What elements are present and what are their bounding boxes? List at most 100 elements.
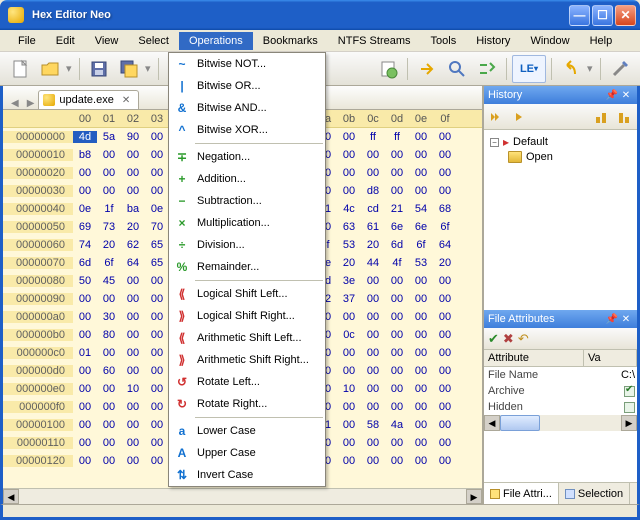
hex-byte[interactable]: 00 <box>337 311 361 323</box>
hex-byte[interactable]: 00 <box>409 383 433 395</box>
hex-byte[interactable]: 00 <box>337 131 361 143</box>
editor-tab[interactable]: update.exe ✕ <box>38 90 139 109</box>
attr-value[interactable] <box>584 386 637 397</box>
hex-byte[interactable]: cd <box>361 203 385 215</box>
hex-byte[interactable]: 50 <box>73 275 97 287</box>
hex-byte[interactable]: 00 <box>337 149 361 161</box>
hex-byte[interactable]: 00 <box>73 185 97 197</box>
find-button[interactable] <box>443 55 471 83</box>
close-button[interactable]: ✕ <box>615 5 636 26</box>
hex-byte[interactable]: 00 <box>361 149 385 161</box>
hex-byte[interactable]: 00 <box>121 293 145 305</box>
hex-byte[interactable]: 00 <box>385 149 409 161</box>
attr-col-name[interactable]: Attribute <box>484 350 584 366</box>
hex-byte[interactable]: 00 <box>145 149 169 161</box>
hex-byte[interactable]: 00 <box>433 383 457 395</box>
menu-item-upper-case[interactable]: AUpper Case <box>169 442 325 464</box>
panel-close-icon[interactable]: ✕ <box>619 314 633 325</box>
hex-byte[interactable]: 00 <box>361 401 385 413</box>
hex-byte[interactable]: 00 <box>97 455 121 467</box>
hex-byte[interactable]: 69 <box>73 221 97 233</box>
hex-byte[interactable]: 00 <box>409 365 433 377</box>
hex-byte[interactable]: 00 <box>337 365 361 377</box>
attr-row[interactable]: Archive <box>484 383 637 399</box>
hex-byte[interactable]: 00 <box>121 365 145 377</box>
hex-byte[interactable]: 00 <box>73 419 97 431</box>
menu-item-bitwise-or[interactable]: |Bitwise OR... <box>169 75 325 97</box>
menu-help[interactable]: Help <box>580 32 623 50</box>
hex-byte[interactable]: 00 <box>385 347 409 359</box>
hex-byte[interactable]: 00 <box>97 293 121 305</box>
hex-byte[interactable]: 6f <box>409 239 433 251</box>
hex-byte[interactable]: 0c <box>337 329 361 341</box>
hex-byte[interactable]: 00 <box>361 275 385 287</box>
scroll-right-arrow[interactable]: ▶ <box>621 415 637 431</box>
hex-byte[interactable]: 00 <box>361 437 385 449</box>
hex-byte[interactable]: 00 <box>361 167 385 179</box>
hex-byte[interactable]: 00 <box>145 383 169 395</box>
hex-byte[interactable]: 5a <box>97 131 121 143</box>
hex-byte[interactable]: 00 <box>385 437 409 449</box>
hex-byte[interactable]: 20 <box>337 257 361 269</box>
menu-ntfs-streams[interactable]: NTFS Streams <box>328 32 421 50</box>
hex-byte[interactable]: 4f <box>385 257 409 269</box>
hex-byte[interactable]: 00 <box>409 311 433 323</box>
hex-byte[interactable]: 00 <box>73 383 97 395</box>
hex-byte[interactable]: 4d <box>73 131 97 143</box>
menu-file[interactable]: File <box>8 32 46 50</box>
hex-byte[interactable]: 54 <box>409 203 433 215</box>
hex-byte[interactable]: 00 <box>409 149 433 161</box>
hex-byte[interactable]: 00 <box>97 149 121 161</box>
menu-item-negation[interactable]: ∓Negation... <box>169 146 325 168</box>
hex-byte[interactable]: 00 <box>433 419 457 431</box>
hex-byte[interactable]: ff <box>385 131 409 143</box>
menu-window[interactable]: Window <box>520 32 579 50</box>
hex-byte[interactable]: 6d <box>385 239 409 251</box>
hex-byte[interactable]: 00 <box>337 419 361 431</box>
hex-byte[interactable]: 21 <box>385 203 409 215</box>
hex-byte[interactable]: 61 <box>361 221 385 233</box>
panel-pin-icon[interactable]: 📌 <box>605 314 619 325</box>
tab-close-icon[interactable]: ✕ <box>122 95 130 106</box>
history-undo-button[interactable] <box>509 106 531 128</box>
hex-byte[interactable]: 6f <box>433 221 457 233</box>
hex-byte[interactable]: 74 <box>73 239 97 251</box>
hex-byte[interactable]: 00 <box>97 185 121 197</box>
hex-byte[interactable]: 00 <box>409 275 433 287</box>
hex-byte[interactable]: 62 <box>121 239 145 251</box>
hex-byte[interactable]: 00 <box>385 293 409 305</box>
panel-close-icon[interactable]: ✕ <box>619 90 633 101</box>
hex-byte[interactable]: 00 <box>409 401 433 413</box>
hex-byte[interactable]: 00 <box>145 365 169 377</box>
menu-item-logical-shift-left[interactable]: ⟪Logical Shift Left... <box>169 283 325 305</box>
hex-byte[interactable]: 00 <box>73 329 97 341</box>
hex-byte[interactable]: 00 <box>361 311 385 323</box>
attr-row[interactable]: File NameC:\ <box>484 367 637 383</box>
hex-byte[interactable]: d8 <box>361 185 385 197</box>
history-branch2-button[interactable] <box>613 106 635 128</box>
file-attributes-panel-header[interactable]: File Attributes 📌 ✕ <box>484 310 637 328</box>
undo-dropdown-arrow[interactable]: ▾ <box>587 62 595 75</box>
hex-byte[interactable]: 00 <box>121 419 145 431</box>
attr-revert-icon[interactable]: ↶ <box>518 331 529 347</box>
hex-byte[interactable]: 00 <box>97 167 121 179</box>
hex-byte[interactable]: 00 <box>385 275 409 287</box>
hex-byte[interactable]: 00 <box>433 401 457 413</box>
attr-horizontal-scrollbar[interactable]: ◀ ▶ <box>484 415 637 431</box>
hex-byte[interactable]: 00 <box>145 347 169 359</box>
tree-collapse-icon[interactable]: − <box>490 138 499 147</box>
hex-byte[interactable]: 00 <box>73 311 97 323</box>
history-panel-header[interactable]: History 📌 ✕ <box>484 86 637 104</box>
hex-byte[interactable]: 45 <box>97 275 121 287</box>
hex-byte[interactable]: 00 <box>361 365 385 377</box>
menu-operations[interactable]: Operations <box>179 32 253 50</box>
hex-byte[interactable]: 44 <box>361 257 385 269</box>
hex-byte[interactable]: 00 <box>409 329 433 341</box>
hex-byte[interactable]: 00 <box>337 437 361 449</box>
hex-byte[interactable]: 20 <box>121 221 145 233</box>
hex-byte[interactable]: 00 <box>121 275 145 287</box>
menu-view[interactable]: View <box>85 32 129 50</box>
hex-byte[interactable]: 00 <box>145 293 169 305</box>
hex-byte[interactable]: 65 <box>145 239 169 251</box>
hex-byte[interactable]: 90 <box>121 131 145 143</box>
